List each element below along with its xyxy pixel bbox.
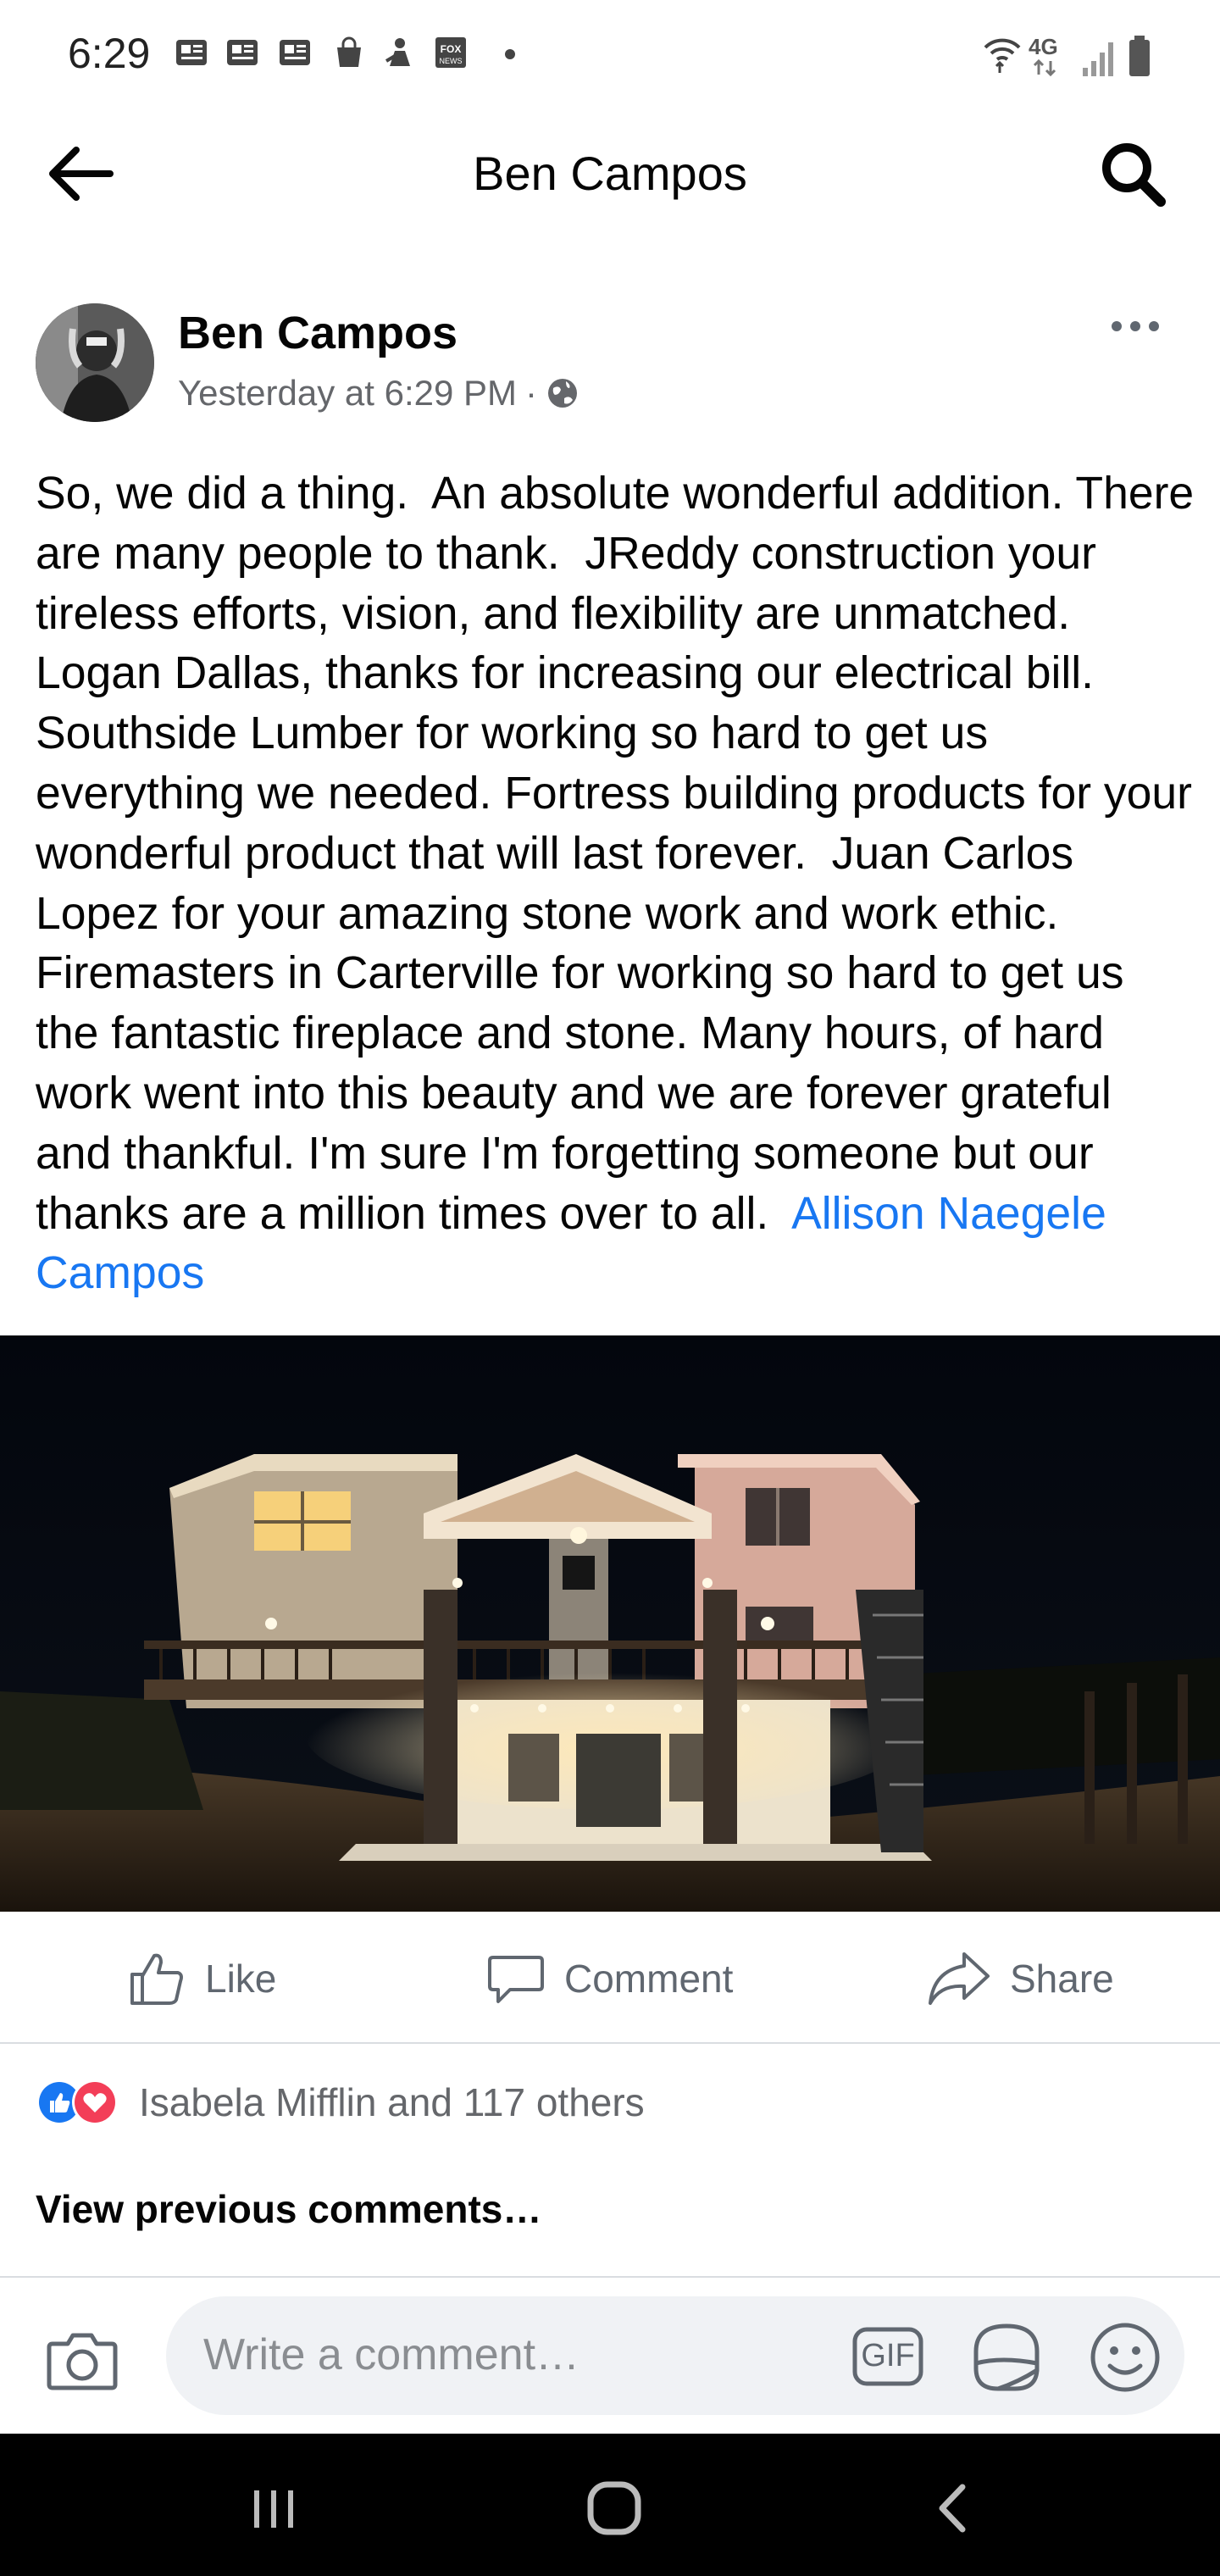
post-timestamp[interactable]: Yesterday at 6:29 PM	[178, 373, 517, 414]
share-button[interactable]: Share	[927, 1940, 1114, 2017]
gif-label: GIF	[861, 2338, 915, 2373]
system-back-button[interactable]	[908, 2466, 1001, 2551]
sticker-icon	[973, 2323, 1040, 2391]
wifi-icon	[981, 32, 1023, 75]
post-text: So, we did a thing. An absolute wonderfu…	[36, 464, 1196, 1304]
more-horizontal-icon	[1112, 321, 1159, 331]
recent-apps-icon	[254, 2490, 293, 2528]
globe-icon	[548, 379, 578, 408]
emoji-icon	[1090, 2323, 1160, 2392]
reactions-text: Isabela Mifflin and 117 others	[139, 2080, 645, 2124]
post-meta: Yesterday at 6:29 PM ·	[178, 373, 580, 414]
meta-separator: ·	[525, 373, 538, 413]
author-name[interactable]: Ben Campos	[178, 307, 458, 359]
status-bar: 6:29 FOX NEWS 4G	[0, 0, 1220, 110]
app-icon	[383, 36, 417, 69]
sticker-button[interactable]	[968, 2318, 1045, 2396]
fox-news-icon: FOX NEWS	[434, 36, 468, 69]
status-time: 6:29	[68, 30, 151, 77]
comment-label: Comment	[564, 1957, 734, 2001]
avatar[interactable]	[36, 303, 154, 422]
back-icon	[939, 2484, 966, 2533]
shopping-bag-icon	[332, 36, 366, 69]
thumbs-up-icon	[130, 1953, 183, 2005]
like-label: Like	[205, 1957, 277, 2001]
network-4g-icon: 4G	[1027, 31, 1079, 78]
news-icon	[225, 36, 259, 69]
like-button[interactable]: Like	[127, 1940, 276, 2017]
recent-apps-button[interactable]	[227, 2466, 320, 2551]
post-body: So, we did a thing. An absolute wonderfu…	[36, 469, 1207, 1239]
page-title: Ben Campos	[473, 147, 747, 200]
gif-button[interactable]: GIF	[852, 2326, 923, 2387]
search-button[interactable]	[1093, 136, 1178, 212]
reaction-icons	[36, 2079, 118, 2125]
home-button[interactable]	[568, 2466, 661, 2551]
reactions-summary[interactable]: Isabela Mifflin and 117 others	[36, 2073, 645, 2132]
love-reaction-icon	[72, 2079, 118, 2125]
view-previous-comments-link[interactable]: View previous comments…	[36, 2186, 541, 2232]
news-icon	[175, 36, 208, 69]
share-label: Share	[1010, 1957, 1114, 2001]
comment-icon	[488, 1956, 544, 2003]
house-photo	[0, 1335, 1220, 1912]
camera-button[interactable]	[44, 2322, 120, 2398]
emoji-button[interactable]	[1088, 2320, 1162, 2395]
share-icon	[929, 1952, 990, 2005]
search-icon	[1102, 143, 1166, 207]
comment-button[interactable]: Comment	[486, 1940, 733, 2017]
svg-text:FOX: FOX	[441, 43, 462, 55]
news-icon	[278, 36, 312, 69]
svg-text:NEWS: NEWS	[440, 57, 463, 65]
more-options-button[interactable]	[1101, 305, 1169, 347]
battery-icon	[1127, 34, 1152, 78]
signal-icon	[1081, 39, 1117, 78]
post-photo[interactable]	[0, 1335, 1220, 1912]
camera-icon	[47, 2333, 118, 2390]
dot-icon	[496, 36, 530, 69]
comment-input[interactable]	[202, 2327, 849, 2383]
home-icon	[587, 2481, 641, 2535]
